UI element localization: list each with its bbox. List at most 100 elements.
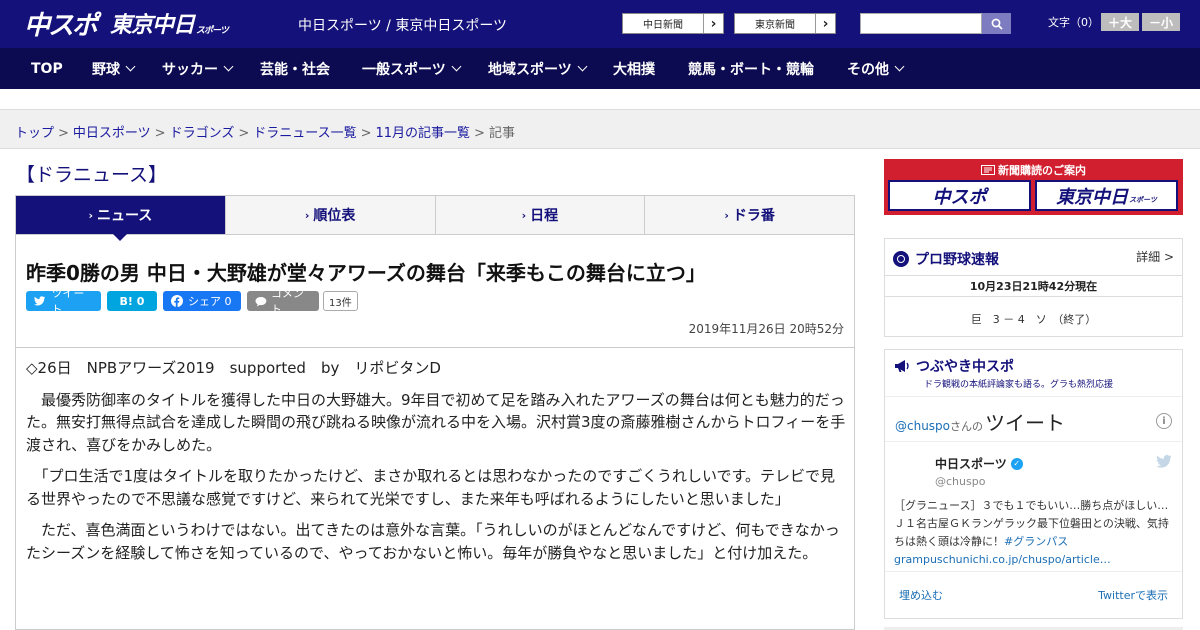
- tab-news[interactable]: › ニュース: [16, 196, 225, 241]
- top-header: 中スポ 東京中日 スポーツ 中日スポーツ / 東京中日スポーツ 中日新聞 › 東京…: [0, 0, 1200, 48]
- comment-icon: [255, 296, 267, 307]
- timeline-title: ツイート: [985, 411, 1066, 435]
- tweet-link[interactable]: grampuschunichi.co.jp/chuspo/article…: [894, 553, 1111, 566]
- chevron-right-icon: ›: [304, 208, 310, 222]
- comment-count-badge[interactable]: 13件: [323, 291, 358, 311]
- timeline-handle-link[interactable]: @chuspo: [895, 419, 950, 433]
- breadcrumb-link-chunichi-sports[interactable]: 中日スポーツ: [73, 126, 151, 141]
- font-increase-button[interactable]: ＋大: [1101, 13, 1139, 31]
- embed-link[interactable]: 埋め込む: [899, 587, 943, 603]
- chevron-right-icon: ›: [815, 14, 835, 33]
- nav-label: サッカー: [162, 61, 218, 78]
- promo-tokyo-sub: スポーツ: [1129, 195, 1157, 204]
- article-date: 2019年11月26日 20時52分: [688, 322, 844, 336]
- score-detail-link[interactable]: 詳細 >: [1136, 248, 1174, 265]
- view-on-twitter-link[interactable]: Twitterで表示: [1098, 587, 1168, 603]
- breadcrumb-link-dora-news-list[interactable]: ドラニュース一覧: [253, 126, 356, 141]
- nav-item-sumo[interactable]: 大相撲: [613, 48, 655, 89]
- hatena-bookmark-label: B! 0: [119, 294, 145, 308]
- nav-label: 大相撲: [613, 61, 655, 78]
- breadcrumb-separator: >: [154, 126, 166, 141]
- promo-chuspo-text: 中スポ: [932, 186, 987, 208]
- facebook-icon: [171, 295, 183, 307]
- article: 昨季0勝の男 中日・大野雄が堂々アワーズの舞台「来季もこの舞台に立つ」 ツイート…: [15, 235, 855, 630]
- game-score-line[interactable]: 巨 3 － 4 ソ （終了）: [885, 311, 1182, 327]
- facebook-share-label: シェア 0: [188, 295, 232, 308]
- article-divider: [16, 347, 854, 348]
- breadcrumb-link-dragons[interactable]: ドラゴンズ: [170, 126, 235, 141]
- chunichi-shimbun-label: 中日新聞: [643, 20, 683, 31]
- nav-item-baseball[interactable]: 野球: [92, 48, 136, 89]
- tweet-author[interactable]: 中日スポーツ ✓ @chuspo: [935, 455, 1023, 488]
- tweet-button-label: ツイート: [51, 287, 85, 316]
- nav-label: 一般スポーツ: [362, 61, 446, 78]
- tab-dora-ban[interactable]: › ドラ番: [644, 196, 854, 234]
- chevron-down-icon: [894, 61, 905, 72]
- nav-item-regional-sports[interactable]: 地域スポーツ: [488, 48, 588, 89]
- nav-label: 地域スポーツ: [488, 61, 572, 78]
- score-time-row: 10月23日21時42分現在: [885, 275, 1182, 297]
- chuspo-logo[interactable]: 中スポ: [24, 6, 98, 41]
- chevron-right-icon: ›: [521, 208, 527, 222]
- article-paragraph: ◇26日 NPBアワーズ2019 supported by リポビタンD: [26, 359, 441, 377]
- twitter-widget-title-row: つぶやき中スポ: [894, 356, 1113, 376]
- article-body: ◇26日 NPBアワーズ2019 supported by リポビタンD 最優秀…: [26, 357, 846, 573]
- facebook-share-button[interactable]: シェア 0: [163, 291, 241, 311]
- nav-label: その他: [847, 61, 889, 78]
- nav-item-entertainment[interactable]: 芸能・社会: [260, 48, 330, 89]
- nav-label: TOP: [31, 60, 63, 77]
- nav-item-soccer[interactable]: サッカー: [162, 48, 234, 89]
- search-input[interactable]: [860, 13, 982, 34]
- article-paragraph: 最優秀防御率のタイトルを獲得した中日の大野雄大。9年目で初めて足を踏み入れたアワ…: [26, 390, 846, 454]
- twitter-widget-subtitle: ドラ観戦の本紙評論家も語る。グラも熱烈応援: [924, 380, 1114, 390]
- tokyo-shimbun-link[interactable]: 東京新聞 ›: [734, 13, 836, 34]
- chevron-right-icon: ›: [703, 14, 723, 33]
- tab-standings[interactable]: › 順位表: [224, 196, 435, 234]
- twitter-bird-icon[interactable]: [1156, 455, 1172, 468]
- search-button[interactable]: [982, 13, 1011, 34]
- tweet-hashtag[interactable]: #グランパス: [1004, 535, 1068, 548]
- comment-button[interactable]: コメント: [247, 287, 319, 316]
- tokyo-chunichi-logo[interactable]: 東京中日 スポーツ: [110, 6, 229, 40]
- share-buttons: ツイート B! 0 シェア 0 コメント 13件: [26, 287, 358, 316]
- score-time: 10月23日21時42分現在: [969, 280, 1098, 293]
- news-tabs: › ニュース › 順位表 › 日程 › ドラ番: [15, 195, 855, 241]
- tokyo-shimbun-label: 東京新聞: [755, 20, 795, 31]
- breadcrumb-separator: >: [474, 126, 485, 141]
- megaphone-icon: [895, 360, 909, 372]
- baseball-icon: [893, 251, 909, 267]
- breadcrumb: トップ > 中日スポーツ > ドラゴンズ > ドラニュース一覧 >11月の記事一覧 > 記事: [15, 122, 515, 141]
- nav-item-top[interactable]: TOP: [31, 48, 63, 89]
- promo-chuspo-logo[interactable]: 中スポ: [888, 180, 1031, 211]
- tab-label: ドラ番: [732, 208, 775, 224]
- breadcrumb-current: 記事: [488, 126, 515, 141]
- chevron-down-icon: [451, 61, 462, 72]
- breadcrumb-separator: >: [360, 126, 372, 141]
- twitter-widget-header: つぶやき中スポ ドラ観戦の本紙評論家も語る。グラも熱烈応援: [894, 356, 1113, 390]
- embedded-timeline: @chuspo さんの ツイート i 中日スポーツ ✓ @chuspo ［グラニ…: [885, 396, 1182, 618]
- baseball-score-widget: プロ野球速報 詳細 > 10月23日21時42分現在 巨 3 － 4 ソ （終了…: [884, 238, 1183, 337]
- breadcrumb-link-november-list[interactable]: 11月の記事一覧: [376, 126, 471, 141]
- tweet-text: ［グラニュース］３でも１でもいい…勝ち点がほしい…Ｊ１名古屋ＧＫランゲラック最下…: [894, 497, 1176, 569]
- article-paragraph: ただ、喜色満面というわけではない。出てきたのは意外な言葉。「うれしいのがほとんど…: [26, 521, 840, 562]
- section-heading: 【ドラニュース】: [16, 164, 168, 186]
- subscription-banner[interactable]: 新聞購読のご案内 中スポ 東京中日 スポーツ: [884, 159, 1183, 215]
- chunichi-shimbun-link[interactable]: 中日新聞 ›: [622, 13, 724, 34]
- info-icon[interactable]: i: [1156, 413, 1172, 429]
- site-title[interactable]: 中日スポーツ / 東京中日スポーツ: [298, 15, 507, 35]
- nav-item-other[interactable]: その他: [847, 48, 905, 89]
- breadcrumb-link-top[interactable]: トップ: [15, 126, 54, 141]
- chevron-down-icon: [577, 61, 588, 72]
- promo-tokyo-logo[interactable]: 東京中日 スポーツ: [1035, 180, 1178, 211]
- tab-schedule[interactable]: › 日程: [434, 196, 645, 234]
- score-widget-title: プロ野球速報: [915, 252, 999, 268]
- nav-item-racing[interactable]: 競馬・ボート・競輪: [688, 48, 814, 89]
- tab-label: 日程: [530, 208, 559, 224]
- nav-item-general-sports[interactable]: 一般スポーツ: [362, 48, 462, 89]
- main-nav: TOP 野球 サッカー 芸能・社会 一般スポーツ 地域スポーツ 大相撲 競馬・ボ…: [0, 48, 1200, 89]
- breadcrumb-separator: >: [58, 126, 69, 141]
- timeline-footer-divider: [885, 571, 1182, 572]
- hatena-bookmark-button[interactable]: B! 0: [107, 291, 157, 311]
- font-decrease-button[interactable]: －小: [1142, 13, 1180, 31]
- tweet-button[interactable]: ツイート: [26, 287, 101, 316]
